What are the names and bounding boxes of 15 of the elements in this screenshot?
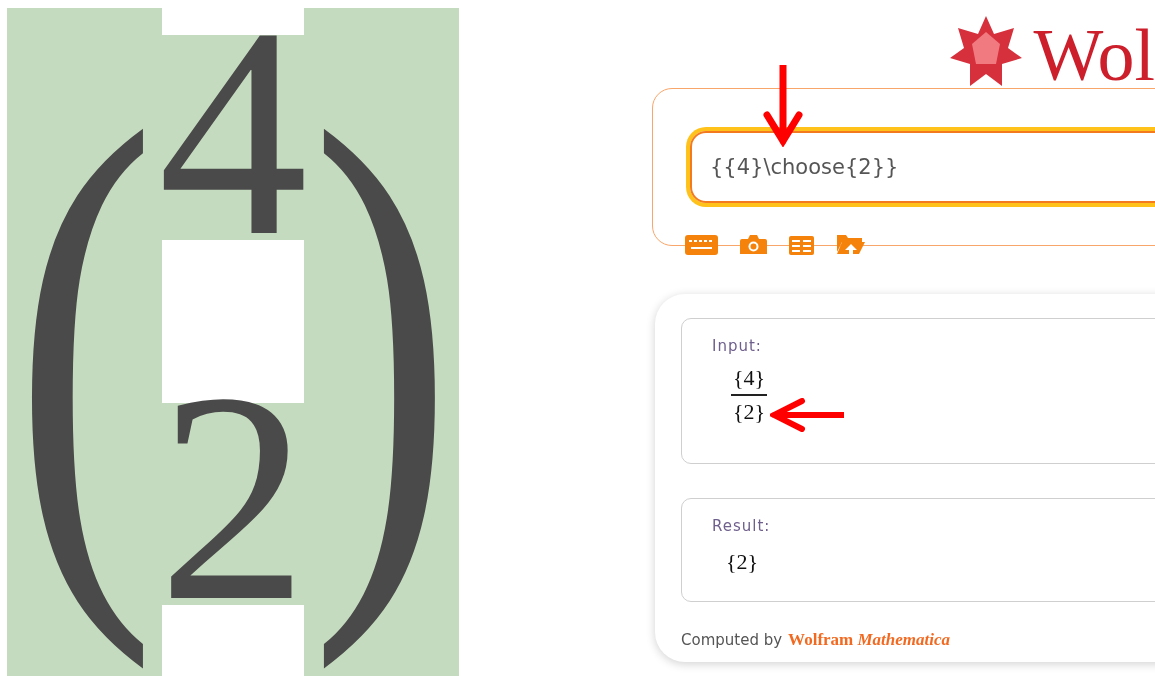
table-icon[interactable] (789, 235, 814, 255)
pod-title: Input: (712, 337, 763, 355)
denominator: {2} (732, 399, 766, 425)
right-parenthesis: ) (309, 12, 454, 672)
query-input[interactable]: {{4}\choose{2}} (710, 154, 1155, 180)
logo-text: Wol (1033, 18, 1155, 92)
bottom-digit: 2 (158, 389, 308, 605)
credit-text: Computed by (681, 631, 783, 649)
keyboard-icon[interactable] (685, 235, 718, 255)
numerator: {4} (732, 365, 766, 391)
pod-title: Result: (712, 517, 772, 535)
result-value: {2} (726, 549, 760, 575)
top-digit: 4 (158, 24, 308, 240)
left-parenthesis: ( (12, 12, 157, 672)
camera-icon[interactable] (740, 234, 767, 256)
